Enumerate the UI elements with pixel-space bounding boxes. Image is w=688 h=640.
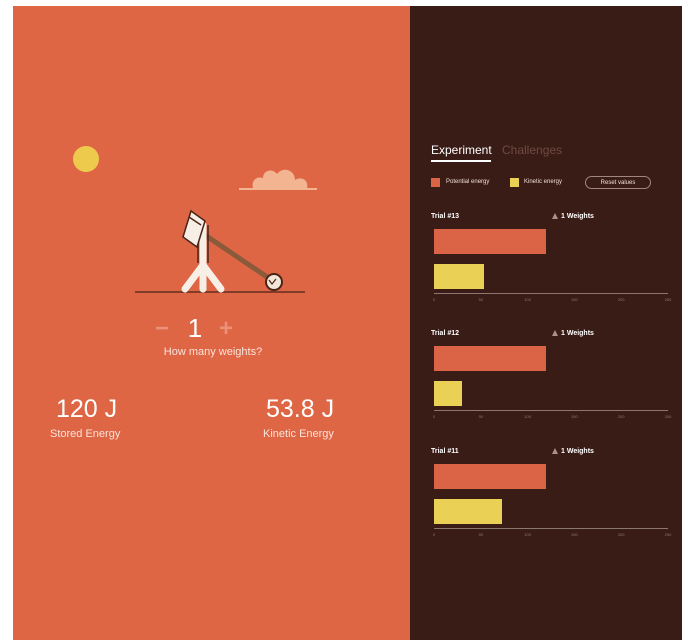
kinetic-energy-label: Kinetic Energy bbox=[263, 428, 334, 440]
decrease-weights-button[interactable]: − bbox=[155, 317, 169, 341]
trial-weights-label: 1 Weights bbox=[561, 448, 594, 455]
tick-label: 250 bbox=[664, 414, 672, 419]
trial-weights: 1 Weights bbox=[552, 330, 594, 337]
active-tab-indicator bbox=[431, 160, 491, 162]
tab-experiment[interactable]: Experiment bbox=[431, 143, 492, 157]
tick-label: 150 bbox=[571, 414, 578, 419]
x-axis bbox=[434, 410, 668, 411]
tick-label: 50 bbox=[478, 414, 484, 419]
potential-energy-bar bbox=[434, 229, 547, 254]
potential-energy-bar bbox=[434, 346, 547, 371]
kinetic-energy-swatch bbox=[510, 178, 519, 187]
tick-label: 200 bbox=[617, 532, 625, 537]
trial-title: Trial #12 bbox=[431, 330, 460, 337]
weight-icon bbox=[552, 448, 558, 454]
results-panel: Experiment Challenges Potential energy K… bbox=[410, 6, 682, 640]
sun-icon bbox=[73, 146, 99, 172]
weights-count: 1 bbox=[187, 313, 203, 343]
x-axis bbox=[434, 293, 668, 294]
tick-label: 200 bbox=[617, 297, 625, 302]
tick-label: 100 bbox=[524, 414, 531, 419]
trial-weights: 1 Weights bbox=[552, 448, 594, 455]
potential-energy-swatch bbox=[431, 178, 440, 187]
kinetic-energy-bar bbox=[434, 264, 485, 289]
kinetic-energy-bar bbox=[434, 381, 463, 406]
trial-title: Trial #11 bbox=[431, 448, 459, 455]
tick-label: 200 bbox=[617, 414, 625, 419]
kinetic-energy-value: 53.8 J bbox=[266, 395, 335, 423]
stored-energy-label: Stored Energy bbox=[50, 428, 121, 440]
trial-weights-label: 1 Weights bbox=[561, 330, 594, 337]
trial-weights: 1 Weights bbox=[552, 213, 594, 220]
tick-label: 100 bbox=[524, 297, 531, 302]
reset-values-button[interactable]: Reset values bbox=[585, 176, 651, 189]
tick-label: 0 bbox=[432, 297, 436, 302]
tick-label: 250 bbox=[664, 532, 672, 537]
tick-label: 100 bbox=[524, 532, 531, 537]
simulation-panel: − 1 + How many weights? 120 J Stored Ene… bbox=[13, 6, 410, 640]
weights-prompt: How many weights? bbox=[163, 346, 263, 358]
tick-label: 50 bbox=[478, 297, 484, 302]
tick-label: 250 bbox=[664, 297, 672, 302]
cloud-icon bbox=[239, 169, 317, 190]
trial-title: Trial #13 bbox=[431, 213, 460, 220]
weight-icon bbox=[552, 213, 558, 219]
trial-weights-label: 1 Weights bbox=[561, 213, 594, 220]
potential-energy-bar bbox=[434, 464, 547, 489]
catapult-illustration bbox=[135, 209, 305, 293]
weight-icon bbox=[552, 330, 558, 336]
tick-label: 50 bbox=[478, 532, 484, 537]
stored-energy-value: 120 J bbox=[56, 395, 118, 423]
kinetic-energy-bar bbox=[434, 499, 503, 524]
tick-label: 150 bbox=[571, 532, 578, 537]
kinetic-energy-legend: Kinetic energy bbox=[524, 179, 563, 185]
tick-label: 0 bbox=[432, 414, 436, 419]
tick-label: 0 bbox=[432, 532, 436, 537]
increase-weights-button[interactable]: + bbox=[219, 317, 233, 341]
potential-energy-legend: Potential energy bbox=[446, 179, 490, 185]
tick-label: 150 bbox=[571, 297, 578, 302]
x-axis bbox=[434, 528, 668, 529]
tab-challenges[interactable]: Challenges bbox=[502, 143, 562, 157]
